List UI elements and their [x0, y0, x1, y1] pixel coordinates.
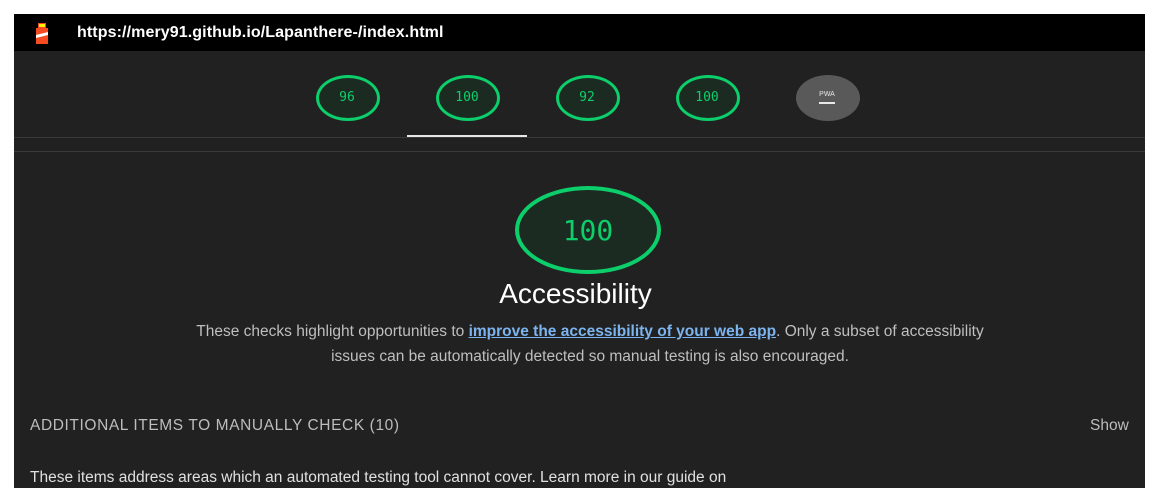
category-score-gauge: 100 [515, 186, 661, 274]
category-title: Accessibility [499, 278, 652, 309]
pwa-label: PWA [819, 90, 835, 98]
gauge-best-practices[interactable]: 92 [556, 75, 620, 121]
score-gauges: 96 100 92 100 PWA [14, 51, 1145, 137]
dash-icon [819, 101, 835, 104]
gauge-performance[interactable]: 96 [316, 75, 380, 121]
report-frame: https://mery91.github.io/Lapanthere-/ind… [14, 14, 1145, 488]
divider [14, 137, 1145, 138]
show-toggle[interactable]: Show [1090, 417, 1129, 435]
category-description: These checks highlight opportunities to … [190, 319, 990, 369]
report-url[interactable]: https://mery91.github.io/Lapanthere-/ind… [77, 24, 444, 42]
gauge-score: 96 [339, 89, 355, 105]
report-topbar: https://mery91.github.io/Lapanthere-/ind… [14, 14, 1145, 51]
manual-check-description: These items address areas which an autom… [30, 469, 727, 486]
divider [14, 151, 1145, 152]
gauge-score: 100 [695, 89, 719, 105]
category-score: 100 [562, 213, 614, 247]
gauge-accessibility[interactable]: 100 [436, 75, 500, 121]
gauge-score: 92 [579, 89, 595, 105]
gauge-pwa[interactable]: PWA [796, 75, 860, 121]
gauge-seo[interactable]: 100 [676, 75, 740, 121]
accessibility-guide-link[interactable]: improve the accessibility of your web ap… [469, 323, 777, 340]
pwa-label-group: PWA [819, 91, 835, 104]
manual-check-header[interactable]: ADDITIONAL ITEMS TO MANUALLY CHECK (10) [30, 417, 400, 435]
description-text: These checks highlight opportunities to [196, 323, 469, 340]
gauge-score: 100 [455, 89, 479, 105]
lighthouse-icon [36, 22, 48, 44]
